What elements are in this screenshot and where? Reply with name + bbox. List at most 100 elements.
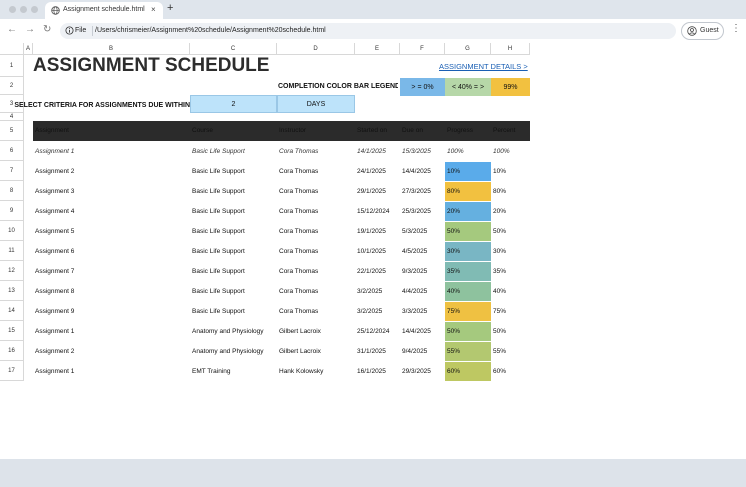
cell-assignment: Assignment 5: [35, 227, 75, 235]
cell-course: Basic Life Support: [192, 147, 245, 155]
cell-assignment: Assignment 2: [35, 167, 75, 175]
legend-high: 99%: [491, 78, 530, 96]
cell-assignment: Assignment 6: [35, 247, 75, 255]
tab-title: Assignment schedule.html: [63, 6, 145, 13]
row-header[interactable]: 14: [0, 301, 24, 321]
window-close-button[interactable]: [9, 6, 16, 13]
info-icon[interactable]: [65, 26, 74, 35]
window-zoom-button[interactable]: [31, 6, 38, 13]
column-header[interactable]: B: [33, 43, 190, 55]
column-header[interactable]: F: [400, 43, 445, 55]
criteria-days-input[interactable]: 2: [190, 95, 277, 113]
reload-icon[interactable]: ↻: [43, 24, 51, 35]
back-arrow-icon[interactable]: ←: [7, 24, 17, 35]
progress-bar: 30%: [445, 241, 491, 261]
row-header[interactable]: 7: [0, 161, 24, 181]
header-assignment: Assignment: [35, 127, 69, 134]
cell-percent: 10%: [493, 167, 507, 175]
column-header[interactable]: H: [491, 43, 530, 55]
cell-percent: 20%: [493, 207, 507, 215]
criteria-label: SELECT CRITERIA FOR ASSIGNMENTS DUE WITH…: [14, 102, 190, 109]
row-header[interactable]: 15: [0, 321, 24, 341]
row-header[interactable]: 10: [0, 221, 24, 241]
cell-instructor: Cora Thomas: [279, 287, 319, 295]
column-header[interactable]: C: [190, 43, 277, 55]
forward-arrow-icon[interactable]: →: [25, 24, 35, 35]
column-header[interactable]: E: [355, 43, 400, 55]
progress-bar: 55%: [445, 341, 491, 361]
cell-due: 14/4/2025: [402, 327, 431, 335]
row-header[interactable]: 16: [0, 341, 24, 361]
cell-started: 3/2/2025: [357, 307, 383, 315]
row-header[interactable]: 8: [0, 181, 24, 201]
page-content: A B C D E F G H 1 2 3 4 5 6 7 8 9 10 11 …: [0, 43, 746, 459]
cell-due: 14/4/2025: [402, 167, 431, 175]
cell-course: Basic Life Support: [192, 247, 245, 255]
row-header[interactable]: 2: [0, 77, 24, 95]
address-divider: [92, 26, 93, 36]
cell-due: 4/4/2025: [402, 287, 428, 295]
cell-started: 3/2/2025: [357, 287, 383, 295]
cell-percent: 50%: [493, 227, 507, 235]
address-bar[interactable]: File /Users/chrismeier/Assignment%20sche…: [60, 23, 676, 39]
cell-percent: 60%: [493, 367, 507, 375]
cell-percent: 75%: [493, 307, 507, 315]
legend-label: COMPLETION COLOR BAR LEGEND: [278, 83, 398, 90]
cell-due: 3/3/2025: [402, 307, 428, 315]
more-menu-icon[interactable]: ⋮: [731, 23, 741, 34]
page-title: ASSIGNMENT SCHEDULE: [33, 55, 270, 76]
cell-due: 27/3/2025: [402, 187, 431, 195]
new-tab-button[interactable]: +: [167, 2, 173, 14]
cell-course: Basic Life Support: [192, 267, 245, 275]
url-text[interactable]: /Users/chrismeier/Assignment%20schedule/…: [95, 27, 326, 34]
progress-bar: 75%: [445, 301, 491, 321]
header-instructor: Instructor: [279, 127, 307, 134]
cell-course: Basic Life Support: [192, 167, 245, 175]
cell-started: 19/1/2025: [357, 227, 386, 235]
cell-percent: 30%: [493, 247, 507, 255]
cell-instructor: Cora Thomas: [279, 207, 319, 215]
row-header[interactable]: 11: [0, 241, 24, 261]
window-minimize-button[interactable]: [20, 6, 27, 13]
cell-started: 29/1/2025: [357, 187, 386, 195]
cell-course: Anatomy and Physiology: [192, 327, 264, 335]
browser-tab[interactable]: Assignment schedule.html ×: [45, 2, 163, 19]
row-header[interactable]: 1: [0, 55, 24, 77]
cell-percent: 40%: [493, 287, 507, 295]
cell-due: 5/3/2025: [402, 227, 428, 235]
profile-button[interactable]: Guest: [681, 22, 724, 40]
cell-started: 14/1/2025: [357, 147, 386, 155]
cell-instructor: Cora Thomas: [279, 267, 319, 275]
progress-bar: 20%: [445, 201, 491, 221]
cell-due: 25/3/2025: [402, 207, 431, 215]
cell-instructor: Cora Thomas: [279, 187, 319, 195]
profile-label: Guest: [700, 27, 719, 34]
browser-title-bar: Assignment schedule.html × +: [0, 0, 746, 19]
cell-instructor: Cora Thomas: [279, 247, 319, 255]
browser-toolbar: ← → ↻ File /Users/chrismeier/Assignment%…: [0, 19, 746, 43]
cell-course: EMT Training: [192, 367, 231, 375]
progress-bar: 100%: [445, 141, 491, 161]
assignment-details-link[interactable]: ASSIGNMENT DETAILS >: [439, 62, 528, 71]
row-header[interactable]: 5: [0, 121, 24, 141]
row-header[interactable]: 17: [0, 361, 24, 381]
row-header[interactable]: 9: [0, 201, 24, 221]
row-header[interactable]: 4: [0, 113, 24, 121]
person-icon: [687, 26, 697, 36]
row-header[interactable]: 12: [0, 261, 24, 281]
header-started: Started on: [357, 127, 387, 134]
cell-percent: 80%: [493, 187, 507, 195]
progress-bar: 35%: [445, 261, 491, 281]
progress-bar: 50%: [445, 321, 491, 341]
column-header[interactable]: A: [24, 43, 33, 55]
column-header[interactable]: D: [277, 43, 355, 55]
row-header[interactable]: 6: [0, 141, 24, 161]
cell-course: Basic Life Support: [192, 227, 245, 235]
cell-assignment: Assignment 1: [35, 327, 75, 335]
row-header[interactable]: 13: [0, 281, 24, 301]
tab-close-icon[interactable]: ×: [151, 5, 156, 14]
legend-mid: < 40% = >: [445, 78, 491, 96]
cell-instructor: Cora Thomas: [279, 227, 319, 235]
column-header[interactable]: G: [445, 43, 491, 55]
progress-bar: 60%: [445, 361, 491, 381]
